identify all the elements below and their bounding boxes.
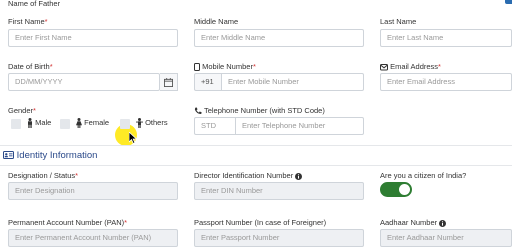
std-code-input[interactable]: STD [194,117,236,135]
section-divider [0,145,512,146]
gender-male-radio[interactable] [11,119,21,129]
toggle-knob [399,184,410,195]
citizen-question-label: Are you a citizen of India? [380,171,467,180]
din-input[interactable]: Enter DIN Number [194,182,364,200]
telephone-icon [194,107,202,114]
middle-name-input[interactable]: Enter Middle Name [194,29,364,47]
dob-label: Date of Birth* [8,62,53,71]
gender-female-option[interactable]: Female [76,118,109,129]
scroll-marker [505,0,512,4]
mobile-phone-icon [194,63,200,72]
last-name-label: Last Name [380,17,417,26]
country-code-prefix: +91 [194,73,222,91]
dob-input[interactable]: DD/MM/YYYY [8,73,160,91]
section-header-divider [0,165,512,166]
mobile-label: Mobile Number* [194,62,256,72]
calendar-icon [164,78,173,87]
middle-name-label: Middle Name [194,17,239,26]
last-name-input[interactable]: Enter Last Name [380,29,512,47]
identity-section-title: Identity Information [3,150,97,161]
mobile-input[interactable]: Enter Mobile Number [221,73,364,91]
pan-input[interactable]: Enter Permanent Account Number (PAN) [8,229,178,247]
pan-label: Permanent Account Number (PAN)* [8,218,128,227]
gender-male-option[interactable]: Male [27,118,51,129]
father-name-label: Name of Father [8,0,61,8]
gender-others-option[interactable]: Others [136,118,168,129]
info-icon[interactable] [439,219,447,227]
citizen-toggle[interactable] [380,182,412,197]
mouse-cursor-icon [129,132,138,144]
calendar-button[interactable] [160,73,178,91]
gender-label: Gender* [8,106,36,115]
telephone-input[interactable]: Enter Telephone Number [235,117,364,135]
gender-others-radio[interactable] [120,119,130,129]
id-card-icon [3,151,14,160]
email-input[interactable]: Enter Email Address [380,73,512,91]
telephone-label: Telephone Number (with STD Code) [194,106,325,115]
aadhaar-input[interactable]: Enter Aadhaar Number [380,229,512,247]
gender-female-radio[interactable] [60,119,70,129]
passport-input[interactable]: Enter Passport Number [194,229,364,247]
aadhaar-label: Aadhaar Number [380,218,447,227]
info-icon[interactable] [295,172,303,180]
din-label: Director Identification Number [194,171,303,180]
email-icon [380,64,388,71]
designation-input[interactable]: Enter Designation [8,182,178,200]
first-name-label: First Name* [8,17,48,26]
email-label: Email Address* [380,62,441,71]
designation-label: Designation / Status* [8,171,79,180]
male-icon [28,118,32,129]
passport-label: Passport Number (In case of Foreigner) [194,218,327,227]
first-name-input[interactable]: Enter First Name [8,29,178,47]
others-gender-icon [136,118,143,129]
female-icon [76,118,82,129]
